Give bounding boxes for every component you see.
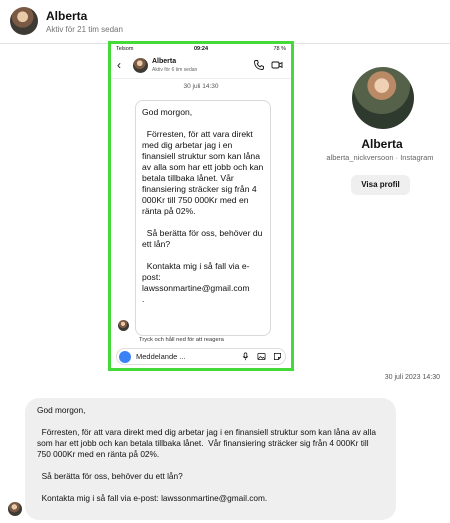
- view-profile-button[interactable]: Visa profil: [351, 175, 410, 195]
- battery-label: 78 %: [273, 46, 286, 52]
- contact-name[interactable]: Alberta: [46, 9, 87, 23]
- avatar[interactable]: [10, 7, 38, 35]
- phone-status-bar: Telsom 09:24 78 %: [111, 44, 291, 55]
- phone-message-input: Meddelande ...: [116, 348, 286, 365]
- phone-message-bubble: God morgon, Förresten, för att vara dire…: [135, 100, 271, 336]
- profile-username: alberta_nickversoon · Instagram: [326, 153, 434, 162]
- message-placeholder: Meddelande ...: [136, 352, 186, 361]
- phone-chat-header: ‹ Alberta Aktiv för 6 tim sedan: [111, 55, 291, 79]
- phone-contact-name: Alberta: [152, 58, 177, 65]
- phone-time: 09:24: [193, 46, 209, 52]
- profile-avatar[interactable]: [352, 67, 414, 129]
- reaction-hint: Tryck och håll ned för att reagera: [139, 337, 224, 343]
- chat-header: Alberta Aktiv för 21 tim sedan: [0, 0, 450, 44]
- video-call-icon: [271, 61, 283, 69]
- profile-name: Alberta: [361, 137, 403, 151]
- phone-active-status: Aktiv för 6 tim sedan: [152, 67, 198, 73]
- phone-avatar: [133, 58, 148, 73]
- message-timestamp: 30 juli 2023 14:30: [384, 374, 440, 381]
- back-arrow-icon: ‹: [117, 58, 121, 72]
- phone-date: 30 juli 14:30: [183, 83, 219, 90]
- sender-avatar[interactable]: [8, 502, 22, 516]
- camera-icon: [119, 351, 131, 363]
- gallery-icon: [257, 352, 266, 361]
- microphone-icon: [242, 352, 249, 361]
- phone-sender-avatar: [118, 320, 129, 331]
- active-status: Aktiv för 21 tim sedan: [46, 25, 123, 34]
- sticker-icon: [273, 352, 282, 361]
- phone-call-icon: [254, 60, 264, 70]
- shared-screenshot[interactable]: Telsom 09:24 78 % ‹ Alberta Aktiv för 6 …: [108, 41, 294, 371]
- message-bubble[interactable]: God morgon, Förresten, för att vara dire…: [25, 398, 396, 520]
